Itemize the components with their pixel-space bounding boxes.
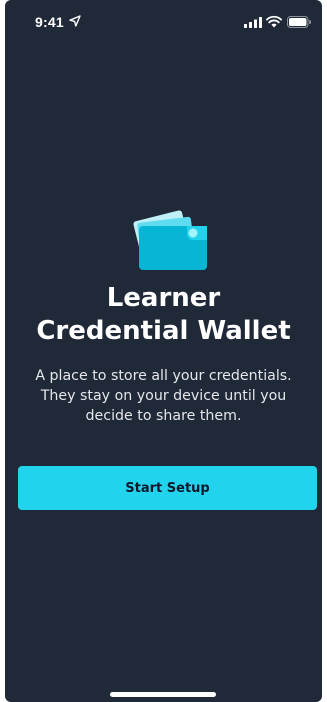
onboarding-screen: 9:41 Learner Credential Wallet A place t… xyxy=(5,0,322,702)
battery-icon xyxy=(287,16,311,28)
wallet-cards-icon xyxy=(133,210,207,270)
start-setup-button[interactable]: Start Setup xyxy=(18,466,317,510)
status-time: 9:41 xyxy=(35,14,64,30)
app-title: Learner Credential Wallet xyxy=(36,283,291,346)
cellular-signal-icon xyxy=(244,17,262,28)
wifi-icon xyxy=(266,15,282,28)
app-subtitle: A place to store all your credentials. T… xyxy=(35,368,292,424)
location-arrow-icon xyxy=(69,15,81,27)
home-indicator[interactable] xyxy=(110,692,216,697)
status-bar: 9:41 xyxy=(5,0,322,44)
